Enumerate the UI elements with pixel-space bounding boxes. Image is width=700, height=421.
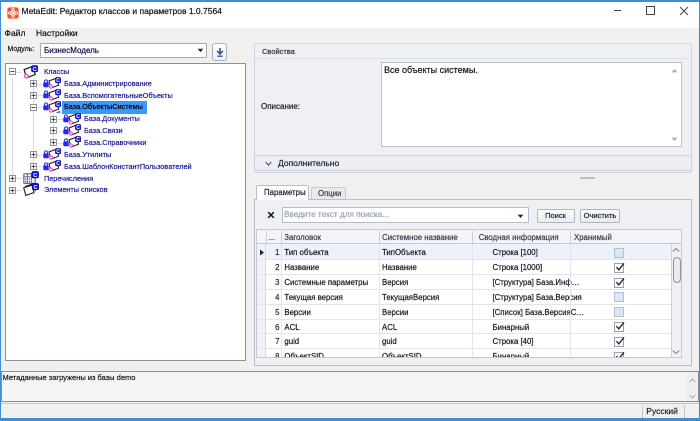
svg-text:C: C: [56, 161, 60, 167]
svg-text:C: C: [33, 185, 37, 191]
svg-text:C: C: [76, 125, 80, 131]
svg-text:C: C: [33, 67, 37, 73]
svg-text:C: C: [56, 102, 60, 108]
svg-text:C: C: [56, 90, 60, 96]
svg-text:C: C: [56, 149, 60, 155]
svg-text:C: C: [56, 78, 60, 84]
svg-text:C: C: [76, 114, 80, 120]
svg-text:C: C: [76, 137, 80, 143]
